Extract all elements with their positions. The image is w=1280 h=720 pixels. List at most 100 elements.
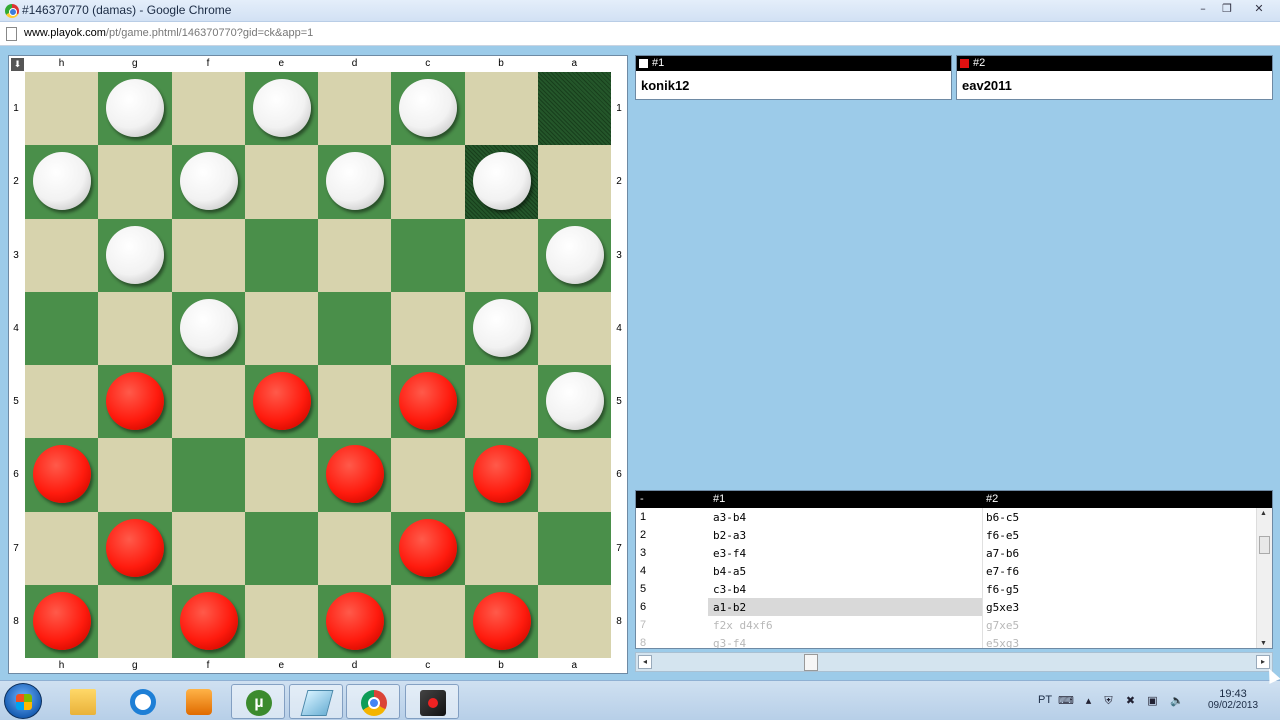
square-a1[interactable]	[537, 72, 611, 146]
square-f6[interactable]	[171, 438, 245, 512]
show-hidden-icons-icon[interactable]: ▴	[1082, 695, 1095, 707]
move-player-2[interactable]: e5xg3	[986, 637, 1019, 648]
taskbar-explorer[interactable]	[56, 684, 110, 719]
square-g2[interactable]	[98, 145, 172, 219]
square-d5[interactable]	[318, 365, 392, 439]
move-number[interactable]: 4	[640, 565, 646, 577]
white-piece-a3[interactable]	[545, 225, 604, 284]
move-navigation-slider[interactable]: ◂ ▸	[635, 652, 1273, 672]
move-player-2[interactable]: f6-e5	[986, 529, 1019, 542]
red-piece-c5[interactable]	[399, 372, 458, 430]
square-b2[interactable]	[464, 145, 538, 219]
red-piece-g5[interactable]	[106, 372, 165, 430]
square-e1[interactable]	[244, 72, 318, 146]
square-a5[interactable]	[537, 365, 611, 439]
red-piece-d8[interactable]	[326, 591, 384, 650]
square-h4[interactable]	[25, 291, 99, 365]
square-a3[interactable]	[537, 218, 611, 292]
taskbar-chrome[interactable]	[346, 684, 400, 719]
square-h7[interactable]	[25, 511, 99, 585]
minimize-button[interactable]: –	[1190, 1, 1216, 18]
square-f5[interactable]	[171, 365, 245, 439]
network-icon[interactable]: ▣	[1146, 695, 1159, 707]
update-icon[interactable]: ✖	[1124, 695, 1137, 707]
move-row[interactable]: 1 a3-b4 b6-c5	[636, 508, 1256, 526]
move-number[interactable]: 3	[640, 547, 646, 559]
square-e3[interactable]	[244, 218, 318, 292]
square-f2[interactable]	[171, 145, 245, 219]
red-piece-g7[interactable]	[106, 518, 165, 577]
moves-list[interactable]: - #1 #2 1 a3-b4 b6-c5 2 b2-a3 f6-e5 3 e3-f4 a7-b…	[635, 490, 1273, 649]
square-a7[interactable]	[537, 511, 611, 585]
taskbar-checkers-game[interactable]	[405, 684, 459, 719]
square-d4[interactable]	[318, 291, 392, 365]
move-player-2[interactable]: g7xe5	[986, 619, 1019, 632]
move-row[interactable]: 6 a1-b2 g5xe3	[636, 598, 1256, 616]
white-piece-e1[interactable]	[252, 79, 311, 137]
square-b1[interactable]	[464, 72, 538, 146]
taskbar-utorrent[interactable]: µ	[231, 684, 285, 719]
move-player-1[interactable]: b2-a3	[713, 529, 746, 542]
move-number[interactable]: 1	[640, 511, 646, 523]
move-player-1[interactable]: f2x d4xf6	[713, 619, 773, 632]
maximize-button[interactable]: ❐	[1214, 1, 1240, 18]
square-b6[interactable]	[464, 438, 538, 512]
square-d6[interactable]	[318, 438, 392, 512]
square-f8[interactable]	[171, 584, 245, 658]
square-e5[interactable]	[244, 365, 318, 439]
square-g3[interactable]	[98, 218, 172, 292]
keyboard-icon[interactable]: ⌨	[1058, 695, 1074, 707]
white-piece-g3[interactable]	[106, 225, 165, 284]
square-a4[interactable]	[537, 291, 611, 365]
white-piece-b4[interactable]	[472, 298, 531, 357]
white-piece-f4[interactable]	[179, 298, 238, 357]
square-f3[interactable]	[171, 218, 245, 292]
move-row[interactable]: 2 b2-a3 f6-e5	[636, 526, 1256, 544]
move-player-2[interactable]: b6-c5	[986, 511, 1019, 524]
square-h6[interactable]	[25, 438, 99, 512]
square-h1[interactable]	[25, 72, 99, 146]
address-bar[interactable]: www.playok.com/pt/game.phtml/146370770?g…	[0, 22, 1280, 46]
move-row[interactable]: 5 c3-b4 f6-g5	[636, 580, 1256, 598]
white-piece-g1[interactable]	[106, 79, 165, 137]
move-player-1[interactable]: g3-f4	[713, 637, 746, 648]
move-number[interactable]: 8	[640, 637, 646, 648]
red-piece-e5[interactable]	[252, 372, 311, 430]
square-h5[interactable]	[25, 365, 99, 439]
move-player-2[interactable]: e7-f6	[986, 565, 1019, 578]
next-move-icon[interactable]: ▸	[1256, 655, 1270, 669]
square-c5[interactable]	[391, 365, 465, 439]
move-player-1[interactable]: a3-b4	[713, 511, 746, 524]
square-g8[interactable]	[98, 584, 172, 658]
previous-move-icon[interactable]: ◂	[638, 655, 652, 669]
square-a6[interactable]	[537, 438, 611, 512]
square-f4[interactable]	[171, 291, 245, 365]
scroll-down-icon[interactable]: ▼	[1260, 640, 1267, 647]
white-piece-f2[interactable]	[179, 152, 238, 211]
square-c6[interactable]	[391, 438, 465, 512]
square-a2[interactable]	[537, 145, 611, 219]
moves-scroll-thumb[interactable]	[1259, 536, 1270, 554]
square-e8[interactable]	[244, 584, 318, 658]
square-d8[interactable]	[318, 584, 392, 658]
white-piece-b2[interactable]	[472, 152, 531, 211]
square-c2[interactable]	[391, 145, 465, 219]
red-piece-h8[interactable]	[33, 591, 91, 650]
square-h2[interactable]	[25, 145, 99, 219]
volume-icon[interactable]: 🔈	[1170, 695, 1184, 707]
move-row[interactable]: 7 f2x d4xf6 g7xe5	[636, 616, 1256, 634]
move-player-2[interactable]: g5xe3	[986, 601, 1019, 614]
square-g6[interactable]	[98, 438, 172, 512]
move-number[interactable]: 2	[640, 529, 646, 541]
taskbar-media-player[interactable]	[172, 684, 226, 719]
square-b7[interactable]	[464, 511, 538, 585]
move-player-1[interactable]: e3-f4	[713, 547, 746, 560]
square-g4[interactable]	[98, 291, 172, 365]
square-b5[interactable]	[464, 365, 538, 439]
checkers-board[interactable]	[25, 72, 611, 658]
move-number[interactable]: 6	[640, 601, 646, 613]
square-b8[interactable]	[464, 584, 538, 658]
square-d2[interactable]	[318, 145, 392, 219]
square-d7[interactable]	[318, 511, 392, 585]
player-1-name[interactable]: konik12	[636, 71, 951, 93]
